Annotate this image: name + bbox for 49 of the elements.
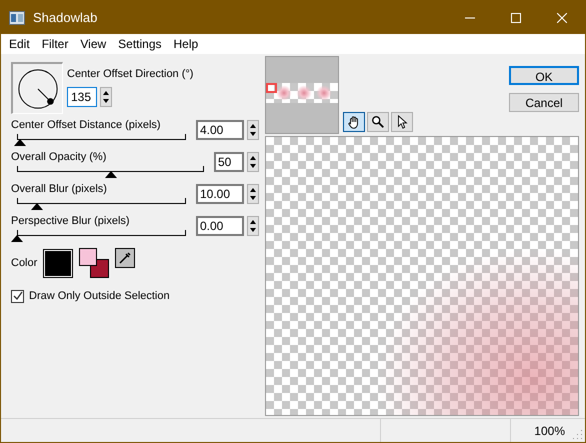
value-field[interactable]: 0.00 xyxy=(196,216,244,236)
window-title: Shadowlab xyxy=(33,8,98,27)
slider-label: Overall Opacity (%) xyxy=(11,150,108,164)
tool-button[interactable] xyxy=(367,112,389,132)
value-field[interactable]: 10.00 xyxy=(196,184,244,204)
slider-thumb[interactable] xyxy=(104,171,116,178)
shadow-color-swatch[interactable] xyxy=(43,248,74,278)
thumbnail-shadow-blur xyxy=(274,85,334,101)
close-icon xyxy=(557,12,567,22)
menu-item[interactable]: Edit xyxy=(3,35,36,53)
navigator-thumbnail[interactable] xyxy=(265,56,339,134)
slider-thumb[interactable] xyxy=(11,235,23,242)
menu-item[interactable]: Filter xyxy=(36,35,74,53)
slider-thumb[interactable] xyxy=(31,203,44,210)
tool-button[interactable] xyxy=(391,112,413,132)
spin-buttons[interactable] xyxy=(247,184,259,204)
eyedropper-button[interactable] xyxy=(115,248,136,268)
hand-icon xyxy=(347,115,361,129)
app-icon xyxy=(9,10,25,24)
direction-label: Center Offset Direction (°) xyxy=(67,67,194,82)
spin-buttons[interactable] xyxy=(100,86,112,106)
pointer-icon xyxy=(395,115,409,129)
slider-label: Center Offset Distance (pixels) xyxy=(11,118,162,132)
spin-buttons[interactable] xyxy=(247,120,259,140)
checkbox-label: Draw Only Outside Selection xyxy=(29,289,170,304)
foreground-background-color-swatches[interactable] xyxy=(79,248,110,278)
maximize-icon xyxy=(511,12,521,22)
value-field[interactable]: 50 xyxy=(214,152,244,172)
checkbox[interactable] xyxy=(11,290,24,303)
spin-buttons[interactable] xyxy=(247,152,259,172)
slider-label: Perspective Blur (pixels) xyxy=(11,214,131,228)
viewport-marker[interactable] xyxy=(266,83,277,93)
resize-grip-icon xyxy=(571,428,583,440)
dialog-button[interactable]: OK xyxy=(509,66,579,85)
zoom-level: 100% xyxy=(533,422,566,440)
slider-thumb[interactable] xyxy=(14,139,26,146)
eyedropper-icon xyxy=(118,251,132,265)
menu-item[interactable]: View xyxy=(74,35,112,53)
search-icon xyxy=(371,115,385,129)
dialog-button[interactable]: Cancel xyxy=(509,93,579,112)
direction-field[interactable]: 135 xyxy=(67,86,97,106)
menu-item[interactable]: Settings xyxy=(112,35,168,53)
spin-buttons[interactable] xyxy=(247,216,259,236)
value-field[interactable]: 4.00 xyxy=(196,120,244,140)
color-label: Color xyxy=(11,256,38,271)
direction-dial[interactable] xyxy=(11,62,63,114)
menu-item[interactable]: Help xyxy=(168,35,204,53)
tool-button[interactable] xyxy=(343,112,365,132)
slider-label: Overall Blur (pixels) xyxy=(11,182,108,196)
